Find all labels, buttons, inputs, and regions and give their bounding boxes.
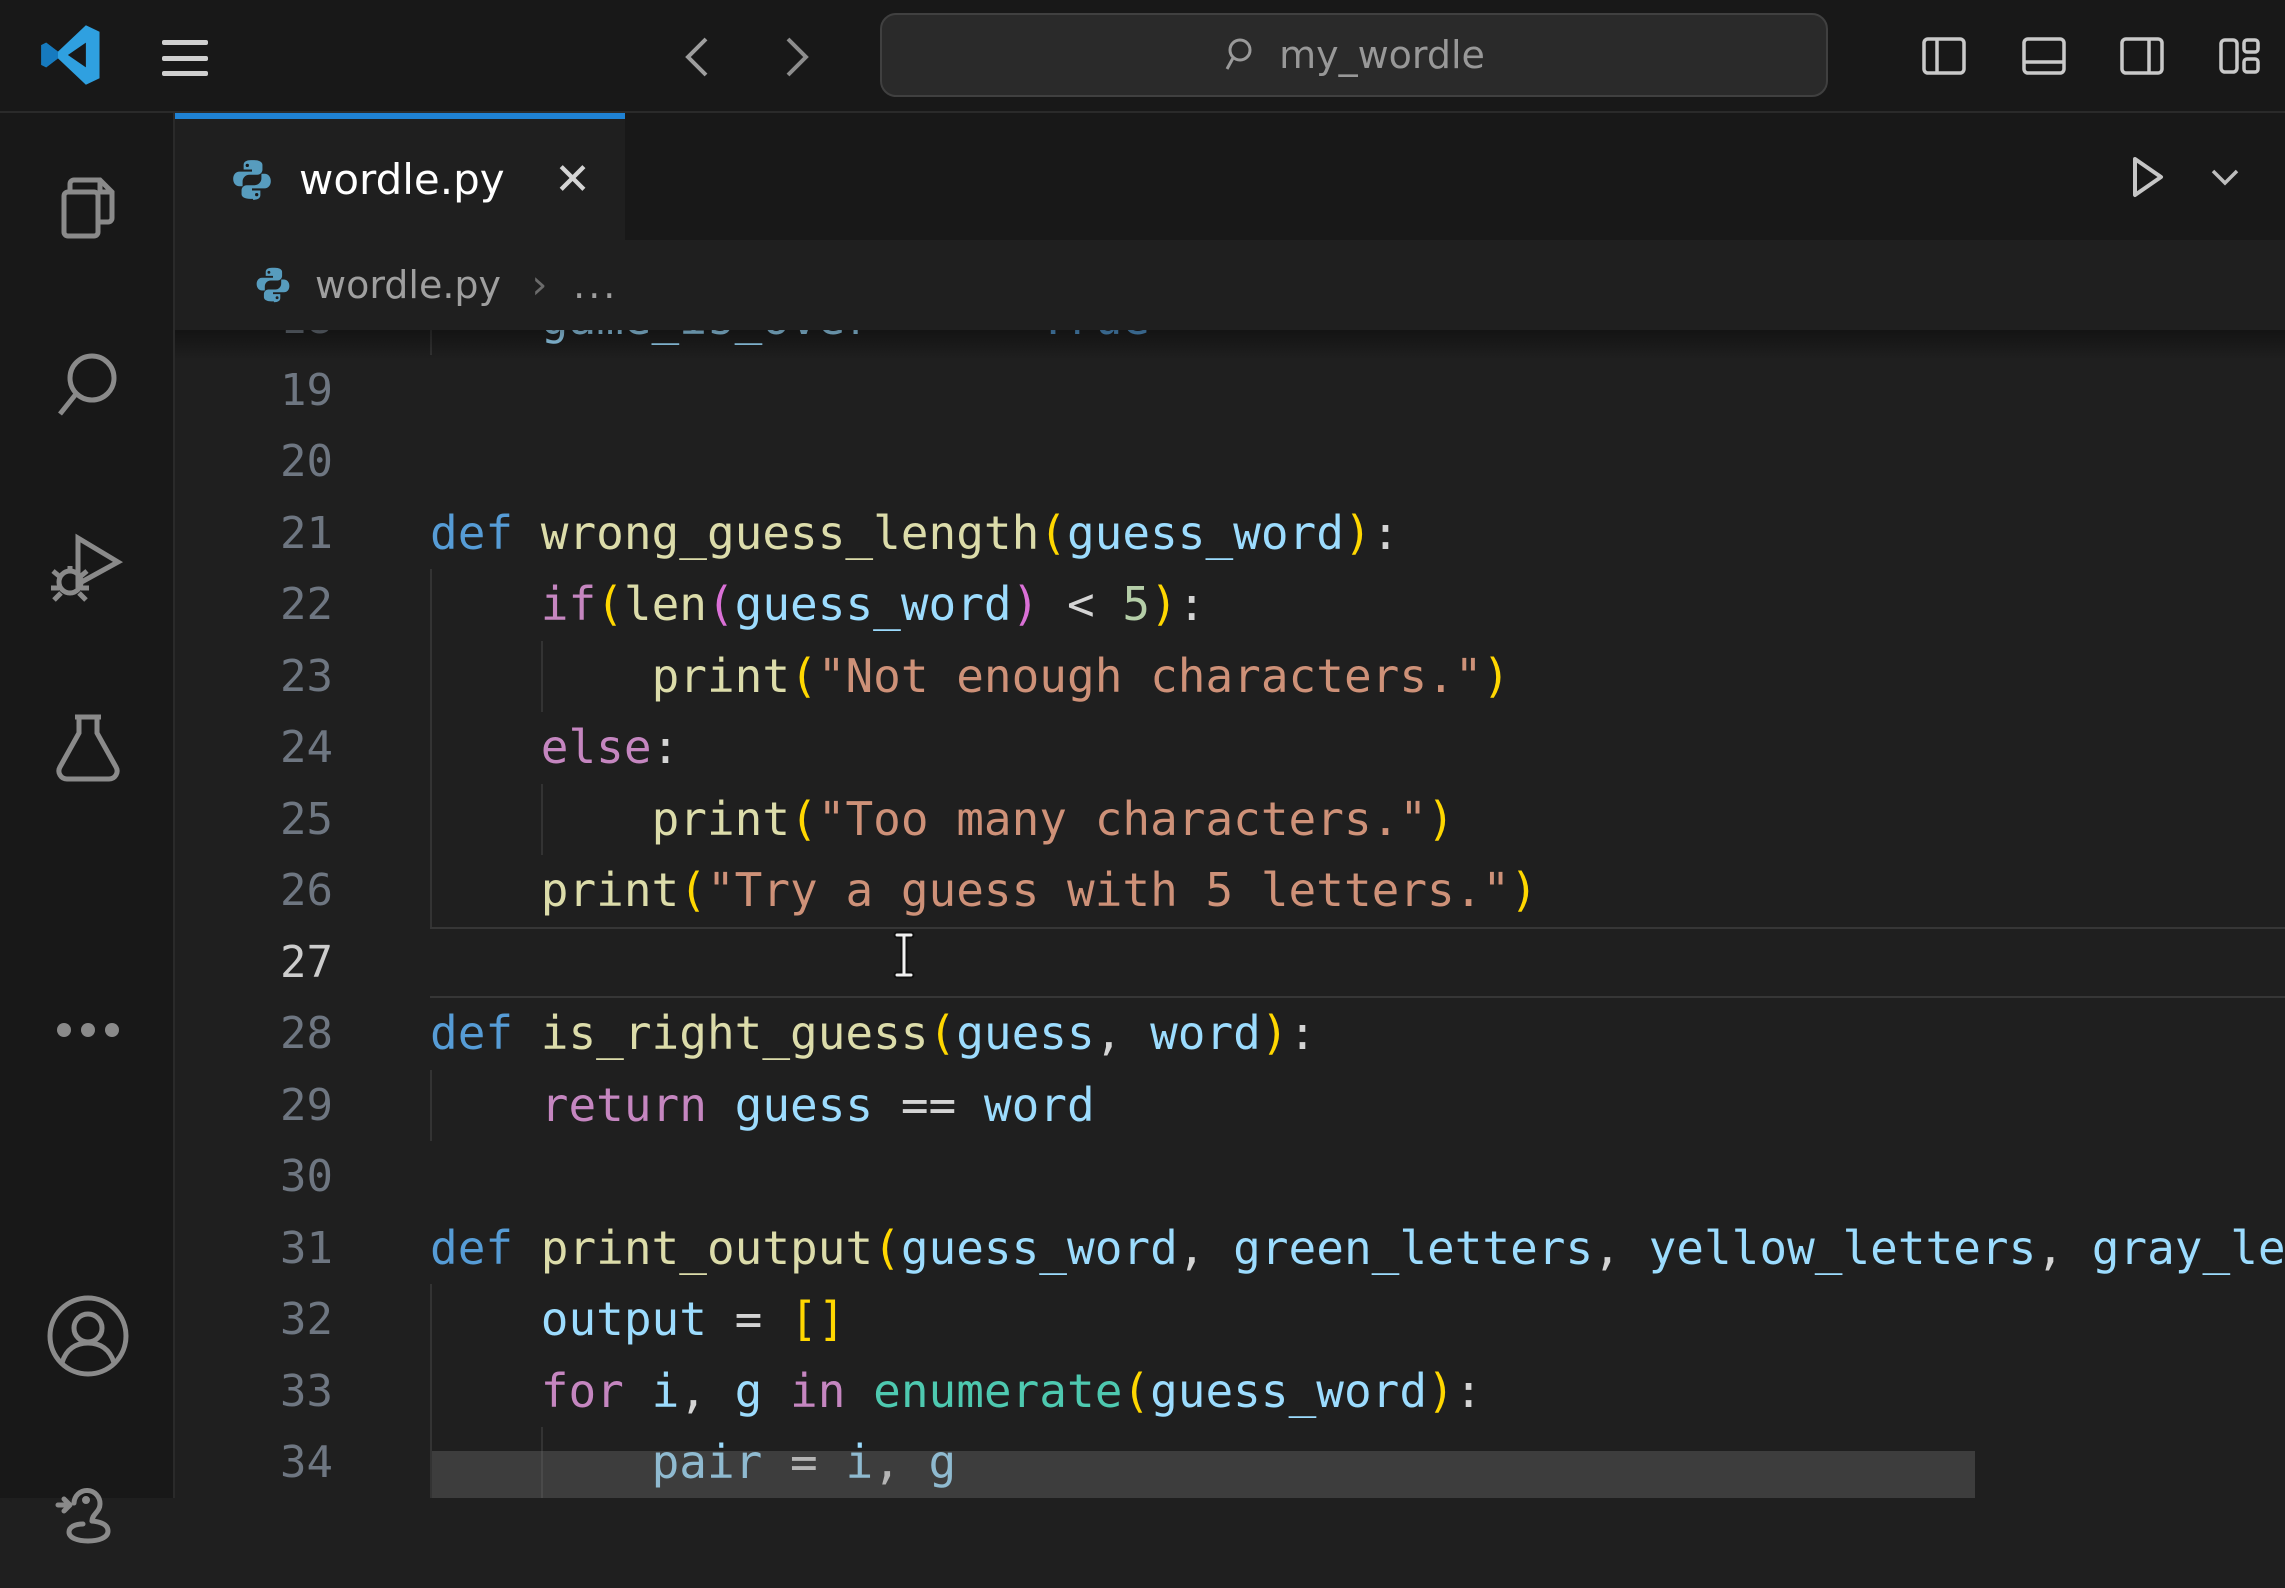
code-text[interactable]: game_is_over = True (430, 330, 2285, 355)
horizontal-scrollbar[interactable] (432, 1451, 1975, 1498)
line-number[interactable]: 26 (175, 855, 430, 927)
line-number[interactable]: 30 (175, 1141, 430, 1213)
indent-guide (541, 641, 543, 713)
indent-guide (430, 1356, 432, 1428)
code-text[interactable]: def is_right_guess(guess, word): (430, 998, 2285, 1070)
command-center-value: my_wordle (1279, 33, 1485, 77)
code-line-28[interactable]: 28def is_right_guess(guess, word): (175, 998, 2285, 1070)
tab-close-icon[interactable]: ✕ (554, 154, 591, 205)
code-line-27[interactable]: 27 (175, 927, 2285, 999)
breadcrumb: wordle.py › ... (175, 240, 2285, 330)
code-text[interactable]: def wrong_guess_length(guess_word): (430, 498, 2285, 570)
code-line-23[interactable]: 23 print("Not enough characters.") (175, 641, 2285, 713)
code-text[interactable]: print("Not enough characters.") (430, 641, 2285, 713)
breadcrumb-file[interactable]: wordle.py (315, 263, 501, 307)
indent-guide (430, 569, 432, 641)
code-line-19[interactable]: 19 (175, 355, 2285, 427)
code-line-21[interactable]: 21def wrong_guess_length(guess_word): (175, 498, 2285, 570)
code-text[interactable]: output = [] (430, 1284, 2285, 1356)
code-line-31[interactable]: 31def print_output(guess_word, green_let… (175, 1213, 2285, 1285)
code-line-20[interactable]: 20 (175, 426, 2285, 498)
run-play-icon[interactable] (2119, 151, 2171, 203)
more-actions-ellipsis-icon[interactable] (0, 955, 175, 1105)
indent-guide (430, 330, 432, 355)
vscode-logo-icon[interactable] (40, 24, 102, 86)
line-number[interactable]: 22 (175, 569, 430, 641)
tab-label: wordle.py (299, 155, 505, 204)
navigate-back-icon[interactable] (672, 30, 726, 84)
code-line-29[interactable]: 29 return guess == word (175, 1070, 2285, 1142)
customize-layout-icon[interactable] (2216, 32, 2264, 80)
line-number[interactable]: 23 (175, 641, 430, 713)
line-number[interactable]: 24 (175, 712, 430, 784)
code-editor[interactable]: 18 game_is_over = True192021def wrong_gu… (175, 330, 2285, 1498)
vscode-window: { "title_bar": { "logo": "vscode-logo", … (0, 0, 2285, 1498)
search-icon (1223, 35, 1263, 75)
line-number[interactable]: 25 (175, 784, 430, 856)
code-text[interactable] (430, 927, 2285, 999)
code-text[interactable]: if(len(guess_word) < 5): (430, 569, 2285, 641)
line-number[interactable]: 31 (175, 1213, 430, 1285)
tab-wordle-py[interactable]: wordle.py ✕ (175, 113, 625, 240)
explorer-icon[interactable] (0, 133, 175, 283)
code-line-32[interactable]: 32 output = [] (175, 1284, 2285, 1356)
breadcrumb-more[interactable]: ... (573, 263, 618, 307)
chevron-down-icon[interactable] (2205, 157, 2245, 197)
hamburger-menu-icon[interactable] (162, 40, 208, 76)
line-number[interactable]: 27 (175, 927, 430, 999)
code-text[interactable]: print("Too many characters.") (430, 784, 2285, 856)
code-text[interactable] (430, 426, 2285, 498)
account-icon[interactable] (0, 1261, 175, 1411)
line-number[interactable]: 29 (175, 1070, 430, 1142)
line-number[interactable]: 34 (175, 1427, 430, 1498)
code-line-30[interactable]: 30 (175, 1141, 2285, 1213)
toggle-secondary-sidebar-icon[interactable] (2118, 32, 2166, 80)
line-number[interactable]: 20 (175, 426, 430, 498)
code-text[interactable]: return guess == word (430, 1070, 2285, 1142)
python-snake-icon[interactable] (0, 1438, 175, 1588)
navigate-forward-icon[interactable] (768, 30, 822, 84)
code-line-24[interactable]: 24 else: (175, 712, 2285, 784)
code-line-22[interactable]: 22 if(len(guess_word) < 5): (175, 569, 2285, 641)
testing-flask-icon[interactable] (0, 673, 175, 823)
code-line-33[interactable]: 33 for i, g in enumerate(guess_word): (175, 1356, 2285, 1428)
indent-guide (430, 855, 432, 927)
breadcrumb-separator-icon: › (527, 262, 551, 308)
indent-guide (430, 1284, 432, 1356)
indent-guide (430, 1070, 432, 1142)
tab-bar: wordle.py ✕ (175, 113, 2285, 240)
code-rows: 18 game_is_over = True192021def wrong_gu… (175, 330, 2285, 1498)
toggle-primary-sidebar-icon[interactable] (1920, 32, 1968, 80)
command-center-search[interactable]: my_wordle (880, 13, 1828, 97)
line-number[interactable]: 19 (175, 355, 430, 427)
title-bar: my_wordle (0, 0, 2285, 113)
indent-guide (430, 784, 432, 856)
code-line-25[interactable]: 25 print("Too many characters.") (175, 784, 2285, 856)
search-sidebar-icon[interactable] (0, 311, 175, 461)
code-text[interactable] (430, 1141, 2285, 1213)
code-text[interactable]: else: (430, 712, 2285, 784)
indent-guide (430, 712, 432, 784)
run-and-debug-icon[interactable] (0, 491, 175, 641)
code-text[interactable]: print("Try a guess with 5 letters.") (430, 855, 2285, 927)
indent-guide (541, 784, 543, 856)
code-text[interactable]: for i, g in enumerate(guess_word): (430, 1356, 2285, 1428)
code-line-18[interactable]: 18 game_is_over = True (175, 330, 2285, 355)
line-number[interactable]: 28 (175, 998, 430, 1070)
line-number[interactable]: 32 (175, 1284, 430, 1356)
code-text[interactable] (430, 355, 2285, 427)
line-number[interactable]: 21 (175, 498, 430, 570)
line-number[interactable]: 33 (175, 1356, 430, 1428)
editor-actions (2119, 113, 2285, 240)
indent-guide (430, 641, 432, 713)
code-text[interactable]: def print_output(guess_word, green_lette… (430, 1213, 2285, 1285)
code-line-26[interactable]: 26 print("Try a guess with 5 letters.") (175, 855, 2285, 927)
python-file-icon (253, 265, 293, 305)
activity-bar (0, 113, 175, 1498)
line-number[interactable]: 18 (175, 330, 430, 355)
python-file-icon (229, 157, 275, 203)
toggle-panel-icon[interactable] (2020, 32, 2068, 80)
